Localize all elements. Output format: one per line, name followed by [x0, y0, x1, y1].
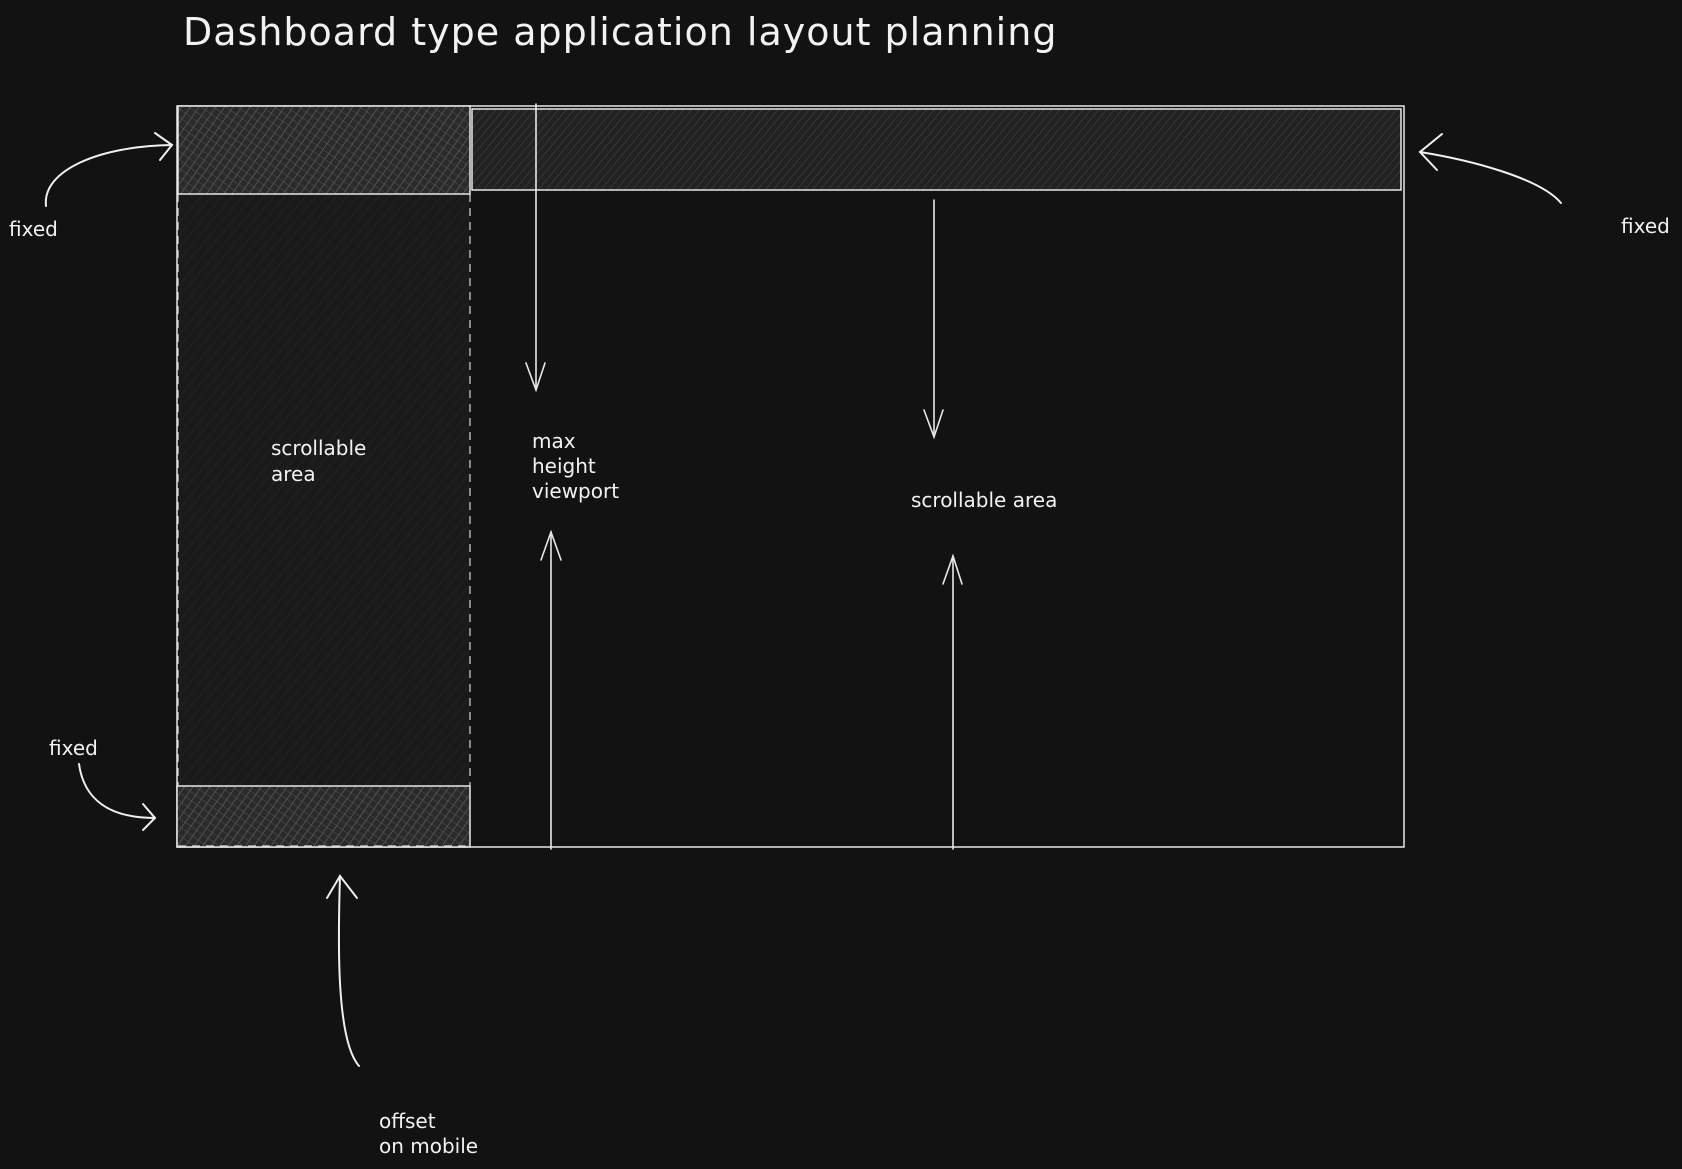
fixed-bottom-left-arrow-icon	[78, 763, 157, 831]
max-height-label-line1: max	[532, 429, 576, 453]
fixed-label-top-left: fixed	[9, 217, 58, 241]
fixed-header-bar	[471, 108, 1402, 191]
layout-diagram	[44, 103, 1562, 1067]
sidebar-scroll-label-line1: scrollable	[271, 436, 367, 460]
fixed-top-right-arrow-icon	[1418, 133, 1562, 204]
fixed-label-top-right: fixed	[1621, 214, 1670, 238]
offset-label-line2: on mobile	[379, 1134, 479, 1158]
sidebar-scroll-label-line2: area	[271, 462, 316, 486]
fixed-bottom-left-block	[176, 785, 471, 848]
sidebar-scroll-area	[178, 194, 470, 786]
main-scroll-label: scrollable area	[911, 488, 1058, 512]
fixed-label-bottom-left: fixed	[49, 736, 98, 760]
offset-label-line1: offset	[379, 1109, 436, 1133]
max-height-label-line2: height	[532, 454, 596, 478]
fixed-top-left-arrow-icon	[44, 132, 174, 207]
arrow-up-icon	[540, 529, 562, 850]
main-arrow-down-icon	[923, 199, 944, 440]
fixed-top-left-block	[177, 105, 471, 195]
page-title: Dashboard type application layout planni…	[183, 10, 1058, 54]
max-height-label-line3: viewport	[532, 479, 620, 503]
main-arrow-up-icon	[942, 553, 963, 850]
offset-arrow-icon	[326, 874, 360, 1067]
